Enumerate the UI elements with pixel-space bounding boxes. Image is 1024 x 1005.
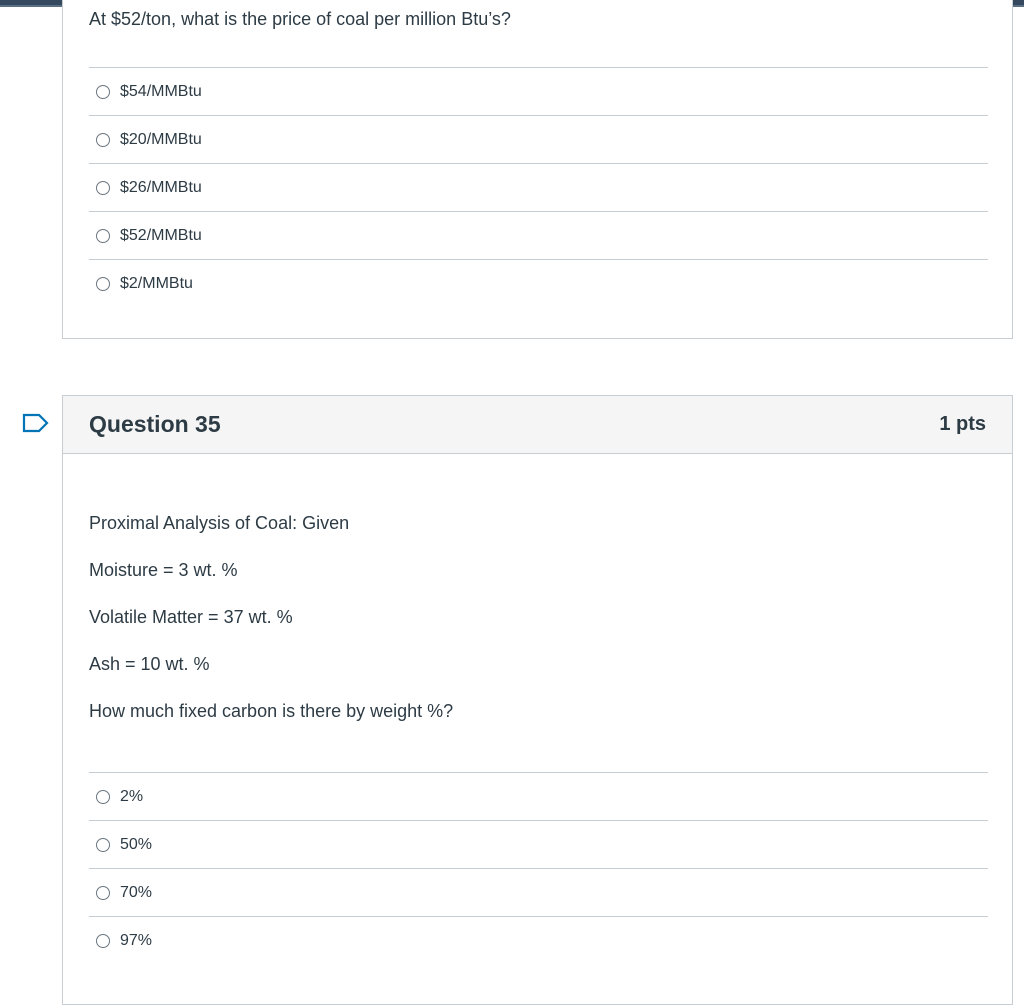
radio-unchecked-icon[interactable] bbox=[96, 276, 110, 291]
radio-unchecked-icon[interactable] bbox=[96, 933, 110, 948]
answer-label: $2/MMBtu bbox=[120, 274, 193, 292]
radio-unchecked-icon[interactable] bbox=[96, 84, 110, 99]
answer-option[interactable]: 70% bbox=[89, 868, 988, 916]
radio-unchecked-icon[interactable] bbox=[96, 885, 110, 900]
answer-option[interactable]: $52/MMBtu bbox=[89, 211, 988, 259]
radio-unchecked-icon[interactable] bbox=[96, 180, 110, 195]
answer-option[interactable]: $2/MMBtu bbox=[89, 259, 988, 307]
question-34-card: At $52/ton, what is the price of coal pe… bbox=[62, 0, 1013, 339]
radio-unchecked-icon[interactable] bbox=[96, 228, 110, 243]
answer-option[interactable]: 2% bbox=[89, 772, 988, 820]
question-text-line: How much fixed carbon is there by weight… bbox=[89, 701, 454, 721]
question-body: Proximal Analysis of Coal: Given Moistur… bbox=[89, 512, 453, 747]
answer-label: $26/MMBtu bbox=[120, 178, 202, 196]
question-text-line: Volatile Matter = 37 wt. % bbox=[89, 607, 293, 627]
radio-unchecked-icon[interactable] bbox=[96, 789, 110, 804]
radio-unchecked-icon[interactable] bbox=[96, 132, 110, 147]
answer-option[interactable]: 97% bbox=[89, 916, 988, 964]
question-35-answers: 2% 50% 70% 97% bbox=[89, 772, 988, 964]
question-text-line: Moisture = 3 wt. % bbox=[89, 560, 238, 580]
question-title: Question 35 bbox=[89, 411, 221, 437]
answer-label: 2% bbox=[120, 787, 144, 805]
question-points: 1 pts bbox=[939, 413, 986, 435]
question-text-line: Proximal Analysis of Coal: Given bbox=[89, 513, 350, 533]
answer-label: 50% bbox=[120, 835, 153, 853]
answer-label: $52/MMBtu bbox=[120, 226, 202, 244]
question-35-card: Question 35 1 pts Proximal Analysis of C… bbox=[62, 395, 1013, 1005]
answer-label: 97% bbox=[120, 931, 153, 949]
question-34-text: At $52/ton, what is the price of coal pe… bbox=[89, 9, 511, 29]
radio-unchecked-icon[interactable] bbox=[96, 837, 110, 852]
answer-option[interactable]: $54/MMBtu bbox=[89, 67, 988, 115]
answer-label: $20/MMBtu bbox=[120, 130, 202, 148]
question-header: Question 35 1 pts bbox=[63, 396, 1012, 454]
flag-question-icon[interactable] bbox=[22, 413, 50, 433]
answer-label: $54/MMBtu bbox=[120, 82, 202, 100]
answer-option[interactable]: $20/MMBtu bbox=[89, 115, 988, 163]
answer-option[interactable]: 50% bbox=[89, 820, 988, 868]
question-34-answers: $54/MMBtu $20/MMBtu $26/MMBtu $52/MMBtu … bbox=[89, 67, 988, 307]
question-text-line: Ash = 10 wt. % bbox=[89, 654, 210, 674]
answer-label: 70% bbox=[120, 883, 153, 901]
answer-option[interactable]: $26/MMBtu bbox=[89, 163, 988, 211]
